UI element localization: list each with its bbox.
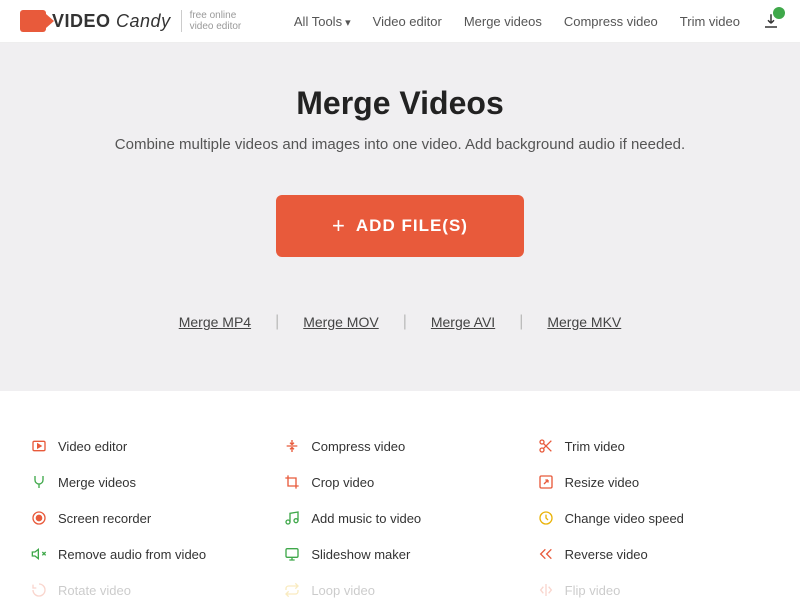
nav-video-editor[interactable]: Video editor bbox=[373, 14, 442, 29]
crop-icon bbox=[283, 473, 301, 491]
tool-trim-video[interactable]: Trim video bbox=[537, 431, 770, 461]
add-files-button[interactable]: +ADD FILE(S) bbox=[276, 195, 524, 257]
tool-video-editor[interactable]: Video editor bbox=[30, 431, 263, 461]
merge-avi-link[interactable]: Merge AVI bbox=[431, 314, 495, 330]
nav-merge-videos[interactable]: Merge videos bbox=[464, 14, 542, 29]
hero: Merge Videos Combine multiple videos and… bbox=[0, 43, 800, 391]
nav-compress-video[interactable]: Compress video bbox=[564, 14, 658, 29]
page-subtitle: Combine multiple videos and images into … bbox=[20, 136, 780, 153]
merge-format-links: Merge MP4| Merge MOV| Merge AVI| Merge M… bbox=[20, 313, 780, 331]
slideshow-icon bbox=[283, 545, 301, 563]
header: VIDEO Candy free onlinevideo editor All … bbox=[0, 0, 800, 43]
music-icon bbox=[283, 509, 301, 527]
merge-mp4-link[interactable]: Merge MP4 bbox=[179, 314, 251, 330]
tools-grid: Video editor Compress video Trim video M… bbox=[0, 391, 800, 605]
logo-text: VIDEO Candy bbox=[52, 11, 171, 32]
tool-resize-video[interactable]: Resize video bbox=[537, 467, 770, 497]
speed-icon bbox=[537, 509, 555, 527]
mute-icon bbox=[30, 545, 48, 563]
download-badge bbox=[773, 7, 785, 19]
merge-icon bbox=[30, 473, 48, 491]
logo-tagline: free onlinevideo editor bbox=[181, 10, 242, 32]
loop-icon bbox=[283, 581, 301, 599]
compress-icon bbox=[283, 437, 301, 455]
resize-icon bbox=[537, 473, 555, 491]
tool-crop-video[interactable]: Crop video bbox=[283, 467, 516, 497]
merge-mkv-link[interactable]: Merge MKV bbox=[547, 314, 621, 330]
record-icon bbox=[30, 509, 48, 527]
rotate-icon bbox=[30, 581, 48, 599]
tool-reverse-video[interactable]: Reverse video bbox=[537, 539, 770, 569]
flip-icon bbox=[537, 581, 555, 599]
tool-loop-video[interactable]: Loop video bbox=[283, 575, 516, 605]
tool-compress-video[interactable]: Compress video bbox=[283, 431, 516, 461]
tool-flip-video[interactable]: Flip video bbox=[537, 575, 770, 605]
tool-rotate-video[interactable]: Rotate video bbox=[30, 575, 263, 605]
nav: All Tools Video editor Merge videos Comp… bbox=[294, 12, 780, 30]
nav-trim-video[interactable]: Trim video bbox=[680, 14, 740, 29]
tool-remove-audio[interactable]: Remove audio from video bbox=[30, 539, 263, 569]
tool-screen-recorder[interactable]: Screen recorder bbox=[30, 503, 263, 533]
tool-merge-videos[interactable]: Merge videos bbox=[30, 467, 263, 497]
tool-change-speed[interactable]: Change video speed bbox=[537, 503, 770, 533]
plus-icon: + bbox=[332, 213, 346, 239]
scissors-icon bbox=[537, 437, 555, 455]
nav-all-tools[interactable]: All Tools bbox=[294, 14, 351, 29]
play-icon bbox=[30, 437, 48, 455]
logo[interactable]: VIDEO Candy free onlinevideo editor bbox=[20, 10, 241, 32]
tool-add-music[interactable]: Add music to video bbox=[283, 503, 516, 533]
download-icon[interactable] bbox=[762, 12, 780, 30]
camera-icon bbox=[20, 10, 46, 32]
tool-slideshow[interactable]: Slideshow maker bbox=[283, 539, 516, 569]
merge-mov-link[interactable]: Merge MOV bbox=[303, 314, 378, 330]
page-title: Merge Videos bbox=[20, 85, 780, 122]
reverse-icon bbox=[537, 545, 555, 563]
